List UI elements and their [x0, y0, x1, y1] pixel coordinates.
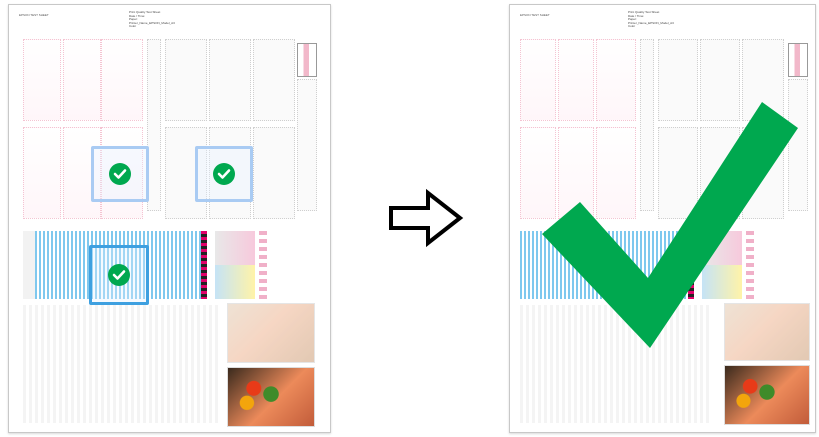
- nozzle-pattern-block: [209, 39, 251, 121]
- nozzle-pattern-block: [23, 39, 61, 121]
- color-noise-pattern: [23, 305, 219, 423]
- nozzle-pattern-block: [63, 39, 101, 121]
- verification-target: [89, 245, 149, 305]
- nozzle-pattern-block: [23, 127, 61, 219]
- test-sheet-before: EPSON TEST SHEET Print Quality Test Shee…: [8, 4, 331, 433]
- sample-photo: [724, 365, 810, 425]
- nozzle-pattern-block: [165, 39, 207, 121]
- verification-target: [91, 146, 149, 202]
- sheet-logo: EPSON TEST SHEET: [520, 13, 550, 17]
- sample-photo-faded: [227, 303, 315, 363]
- sheet-header: Print Quality Test Sheet Date / Time: Pa…: [628, 10, 674, 29]
- large-checkmark-icon: [542, 102, 798, 348]
- pattern-margin: [23, 231, 35, 299]
- gradient-patch: [215, 265, 255, 299]
- header-line: Color: [129, 24, 137, 29]
- right-arrow-icon: [389, 188, 464, 248]
- nozzle-pattern-block: [101, 39, 143, 121]
- verification-target: [195, 146, 253, 202]
- nozzle-pattern-block: [253, 39, 295, 121]
- checkmark-icon: [109, 163, 131, 185]
- scale-strip: [259, 231, 267, 299]
- sheet-header: Print Quality Test Sheet Date / Time: Pa…: [129, 10, 175, 29]
- sheet-logo: EPSON TEST SHEET: [19, 13, 49, 17]
- gray-strip: [147, 39, 161, 211]
- color-patch: [297, 43, 317, 77]
- gradient-patch: [215, 231, 255, 265]
- header-line: Color: [628, 24, 636, 29]
- magenta-black-strip: [201, 231, 207, 299]
- gray-blocks-column: [297, 79, 317, 211]
- color-patch: [788, 43, 808, 77]
- nozzle-pattern-block: [253, 127, 295, 219]
- sample-photo: [227, 367, 315, 427]
- checkmark-icon: [108, 264, 130, 286]
- checkmark-icon: [213, 163, 235, 185]
